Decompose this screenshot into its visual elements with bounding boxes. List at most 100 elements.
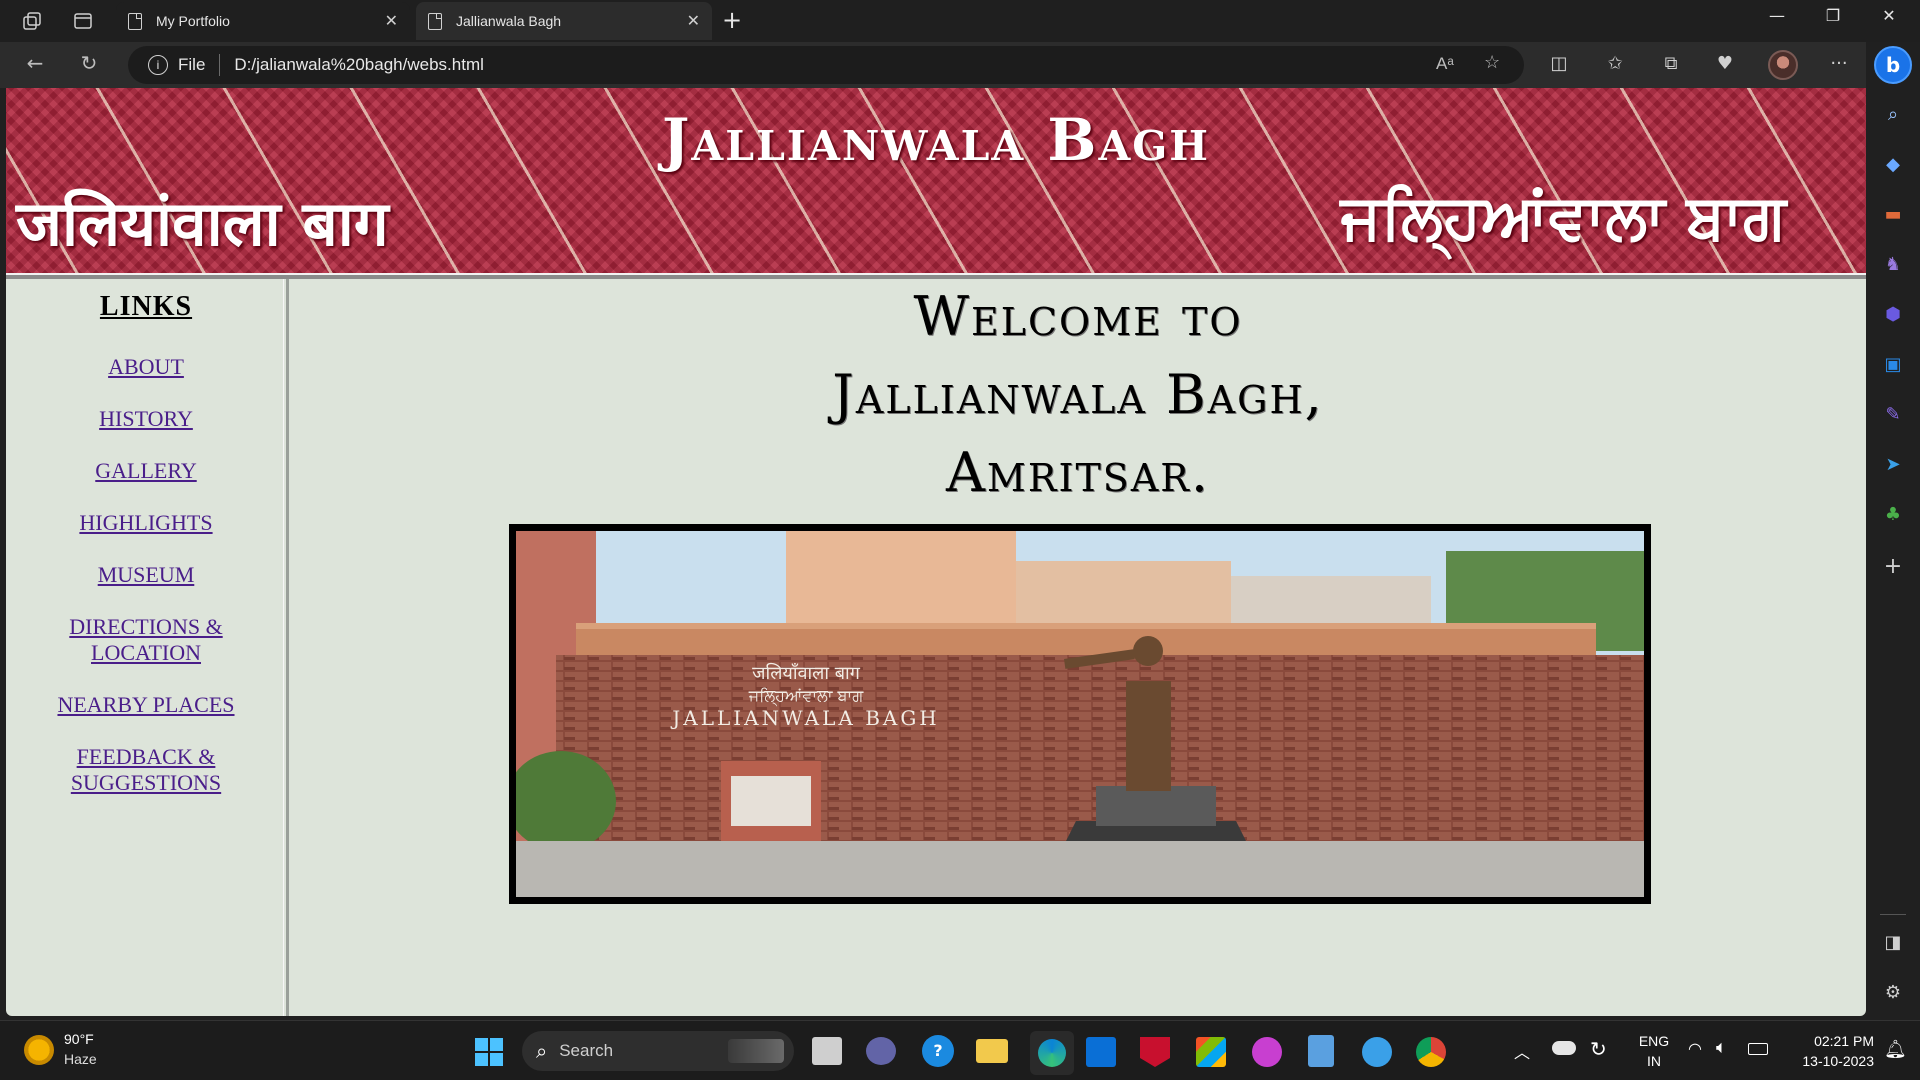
close-tab-icon[interactable]: ✕: [385, 11, 398, 31]
memorial-photo-illustration: जलियाँवाला बाग ਜਲ੍ਹਿਆਂਵਾਲਾ ਬਾਗ JALLIANWA…: [516, 531, 1644, 897]
edge-sidebar: ⌕ ◆ ▬ ♞ ⬢ ▣ ✎ ➤ ♣ + ◨ ⚙: [1866, 42, 1920, 1020]
nav-link-gallery[interactable]: GALLERY: [26, 458, 266, 484]
links-sidebar: LINKS ABOUT HISTORY GALLERY HIGHLIGHTS M…: [6, 279, 289, 1016]
window-close-button[interactable]: ✕: [1866, 6, 1912, 25]
maps-icon[interactable]: [1362, 1037, 1392, 1067]
nav-link-about[interactable]: ABOUT: [26, 354, 266, 380]
tools-icon[interactable]: ▬: [1879, 200, 1907, 228]
site-title: Jallianwala Bagh: [661, 106, 1211, 174]
weather-desc: Haze: [64, 1051, 97, 1067]
nav-link-feedback[interactable]: FEEDBACK & SUGGESTIONS: [26, 744, 266, 796]
sun-haze-icon: [24, 1035, 54, 1065]
notepad-icon[interactable]: [1308, 1035, 1334, 1067]
clock-time: 02:21 PM: [1814, 1033, 1874, 1049]
new-tab-button[interactable]: +: [722, 6, 742, 34]
designer-icon[interactable]: ✎: [1879, 400, 1907, 428]
search-highlight-icon: [728, 1039, 784, 1063]
nav-link-history[interactable]: HISTORY: [26, 406, 266, 432]
more-options-icon[interactable]: ···: [1824, 53, 1854, 74]
divider: [1880, 914, 1906, 915]
tree-icon[interactable]: ♣: [1879, 500, 1907, 528]
search-icon: ⌕: [536, 1039, 548, 1063]
windows-taskbar: 90°F Haze ⌕ Search ? ︿ ↻ ENG IN ◠ 🔈︎ 02:…: [0, 1020, 1920, 1080]
add-sidebar-app-icon[interactable]: +: [1879, 552, 1907, 580]
help-icon[interactable]: ?: [922, 1035, 954, 1067]
lang-top: ENG: [1638, 1033, 1670, 1049]
edge-icon[interactable]: [1030, 1031, 1074, 1075]
store-icon[interactable]: [1196, 1037, 1226, 1067]
games-icon[interactable]: ♞: [1879, 250, 1907, 278]
weather-temp: 90°F: [64, 1031, 94, 1047]
welcome-line: Jallianwala Bagh,: [832, 363, 1324, 426]
nav-link-nearby-places[interactable]: NEARBY PLACES: [26, 692, 266, 718]
hide-sidebar-icon[interactable]: ◨: [1879, 928, 1907, 956]
copilot-icon[interactable]: b: [1874, 46, 1912, 84]
page-icon: [428, 12, 442, 30]
wps-icon[interactable]: [1252, 1037, 1282, 1067]
restore-button[interactable]: ❐: [1810, 6, 1856, 25]
file-explorer-icon[interactable]: [976, 1039, 1008, 1063]
nav-link-museum[interactable]: MUSEUM: [26, 562, 266, 588]
mcafee-icon[interactable]: [1140, 1037, 1170, 1067]
address-bar[interactable]: i File D:/jalianwala%20bagh/webs.html A͏…: [128, 46, 1524, 84]
header-banner: Jallianwala Bagh जलियांवाला बाग ਜਲ੍ਹਿਆਂਵ…: [6, 88, 1866, 273]
shopping-tag-icon[interactable]: ◆: [1879, 150, 1907, 178]
address-toolbar: ← ↻ i File D:/jalianwala%20bagh/webs.htm…: [0, 42, 1920, 88]
workspaces-icon[interactable]: [19, 8, 45, 34]
windows-logo-icon: [475, 1038, 503, 1066]
notifications-bell-icon[interactable]: 🔔︎: [1884, 1039, 1907, 1060]
favorites-icon[interactable]: ✩: [1600, 53, 1630, 74]
sign-hindi: जलियाँवाला बाग: [752, 662, 861, 684]
read-aloud-icon[interactable]: A͏ᵃ: [1436, 54, 1454, 74]
language-indicator[interactable]: ENG IN: [1634, 1031, 1674, 1071]
minimize-button[interactable]: —: [1754, 6, 1800, 25]
sync-icon[interactable]: ↻: [1590, 1037, 1607, 1061]
onedrive-cloud-icon[interactable]: [1552, 1041, 1576, 1055]
browser-essentials-icon[interactable]: ♥: [1710, 53, 1740, 74]
search-icon[interactable]: ⌕: [1879, 100, 1907, 128]
welcome-line: Amritsar.: [945, 441, 1211, 504]
outlook-icon[interactable]: ▣: [1879, 350, 1907, 378]
myhp-icon[interactable]: [1086, 1037, 1116, 1067]
favorite-star-icon[interactable]: ☆: [1484, 52, 1500, 73]
volume-icon[interactable]: 🔈︎: [1716, 1037, 1727, 1058]
split-screen-icon[interactable]: ◫: [1544, 53, 1574, 74]
microsoft365-icon[interactable]: ⬢: [1879, 300, 1907, 328]
divider: [219, 54, 221, 76]
sign-english: JALLIANWALA BAGH: [670, 706, 940, 730]
url-text[interactable]: D:/jalianwala%20bagh/webs.html: [234, 55, 483, 75]
start-button[interactable]: [474, 1037, 504, 1067]
drop-icon[interactable]: ➤: [1879, 450, 1907, 478]
tab-actions-icon[interactable]: [70, 8, 96, 34]
tab-my-portfolio[interactable]: My Portfolio ✕: [116, 2, 410, 40]
memorial-photo: जलियाँवाला बाग ਜਲ੍ਹਿਆਂਵਾਲਾ ਬਾਗ JALLIANWA…: [509, 524, 1651, 904]
profile-avatar[interactable]: [1768, 50, 1798, 80]
teams-chat-icon[interactable]: [866, 1037, 896, 1065]
clock[interactable]: 02:21 PM 13-10-2023: [1784, 1031, 1874, 1071]
settings-gear-icon[interactable]: ⚙: [1879, 978, 1907, 1006]
lang-bottom: IN: [1647, 1053, 1661, 1069]
nav-link-directions[interactable]: DIRECTIONS & LOCATION: [26, 614, 266, 666]
links-heading: LINKS: [99, 291, 193, 322]
info-icon[interactable]: i: [148, 55, 168, 75]
edge-logo-icon: [1038, 1039, 1066, 1067]
refresh-icon[interactable]: ↻: [74, 51, 104, 75]
close-tab-icon[interactable]: ✕: [687, 11, 700, 31]
sign-punjabi: ਜਲ੍ਹਿਆਂਵਾਲਾ ਬਾਗ: [748, 686, 864, 707]
chrome-icon[interactable]: [1416, 1037, 1446, 1067]
weather-widget[interactable]: 90°F Haze: [20, 1031, 140, 1071]
tab-jallianwala-bagh[interactable]: Jallianwala Bagh ✕: [416, 2, 712, 40]
browser-titlebar: My Portfolio ✕ Jallianwala Bagh ✕ + — ❐ …: [0, 0, 1920, 42]
collections-icon[interactable]: ⧉: [1656, 53, 1686, 74]
tab-title: My Portfolio: [156, 13, 230, 29]
punjabi-title: ਜਲ੍ਹਿਆਂਵਾਲਾ ਬਾਗ: [1340, 180, 1786, 253]
page-viewport: Jallianwala Bagh जलियांवाला बाग ਜਲ੍ਹਿਆਂਵ…: [6, 88, 1866, 1016]
chevron-up-icon[interactable]: ︿: [1514, 1039, 1530, 1063]
back-icon[interactable]: ←: [20, 51, 50, 75]
scheme-label: File: [178, 55, 206, 74]
wifi-icon[interactable]: ◠: [1688, 1039, 1702, 1058]
battery-icon[interactable]: [1748, 1043, 1768, 1055]
nav-link-highlights[interactable]: HIGHLIGHTS: [26, 510, 266, 536]
taskbar-search[interactable]: ⌕ Search: [522, 1031, 794, 1071]
task-view-icon[interactable]: [812, 1037, 842, 1065]
